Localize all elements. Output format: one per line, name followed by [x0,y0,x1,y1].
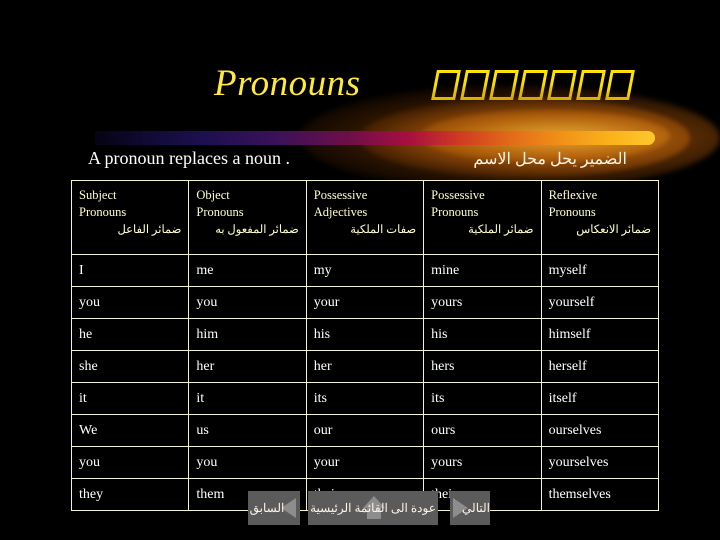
next-slide-label: التالي [462,500,490,515]
table-row: he him his his himself [70,318,660,351]
table-cell: your [305,286,425,319]
next-slide-button[interactable]: التالي [450,491,490,525]
header-line1: Possessive [313,188,368,202]
table-cell: ourselves [540,414,660,447]
table-body: I me my mine myself you you your yours y… [70,254,660,511]
missing-glyph-box [547,70,577,101]
header-line1: Reflexive [548,188,598,202]
table-cell: her [305,350,425,383]
previous-slide-label: السابق [249,500,285,515]
page-title-arabic [431,64,637,102]
page-title-english: Pronouns [214,63,361,104]
table-row: you you your yours yourself [70,286,660,319]
table-cell: his [305,318,425,351]
missing-glyph-box [431,70,461,101]
table-cell: it [188,382,307,415]
header-arabic: ضمائر الانعكاس [576,223,651,236]
column-header-possessive-adjectives: Possessive Adjectives صفات الملكية [305,180,425,255]
table-cell: her [188,350,307,383]
pronouns-table: Subject Pronouns ضمائر الفاعل Object Pro… [70,180,660,511]
column-header-reflexive-pronouns: Reflexive Pronouns ضمائر الانعكاس [540,180,660,255]
missing-glyph-box [460,70,490,101]
table-cell: yourselves [540,446,660,479]
table-header: Subject Pronouns ضمائر الفاعل Object Pro… [70,180,660,255]
missing-glyph-box [489,70,519,101]
table-row: you you your yours yourselves [70,446,660,479]
table-header-row: Subject Pronouns ضمائر الفاعل Object Pro… [70,180,660,255]
table-row: it it its its itself [70,382,660,415]
column-header-object-pronouns: Object Pronouns ضمائر المفعول به [188,180,307,255]
table-cell: you [70,286,190,319]
header-line2: Adjectives [313,205,368,220]
header-line1: Possessive [431,188,485,202]
table-cell: myself [540,254,660,287]
header-arabic: ضمائر المفعول به [215,223,299,236]
table-cell: my [305,254,425,287]
table-cell: our [305,414,425,447]
header-arabic: ضمائر الملكية [468,223,534,236]
table-cell: me [188,254,307,287]
column-header-subject-pronouns: Subject Pronouns ضمائر الفاعل [70,180,190,255]
table-cell: I [70,254,190,287]
table-cell: yours [423,446,542,479]
arabic-title-glyphs [431,64,637,102]
back-to-main-menu-label: عودة الى القائمة الرئيسية [310,500,436,515]
table-cell: yours [423,286,542,319]
table-cell: itself [540,382,660,415]
table-cell: hers [423,350,542,383]
table-cell: its [423,382,542,415]
gradient-accent-bar [95,131,655,145]
subtitle-arabic: الضمير يحل محل الاسم [473,151,627,168]
header-line2: Pronouns [79,205,127,220]
table-cell: you [188,286,307,319]
missing-glyph-box [605,70,635,101]
header-line2: Pronouns [431,205,479,220]
subtitle-english: A pronoun replaces a noun . [88,148,290,168]
slide-title-row: Pronouns [0,62,720,118]
table-cell: you [188,446,307,479]
table-cell: himself [540,318,660,351]
slide-navigation-bar: السابق عودة الى القائمة الرئيسية التالي [0,491,720,527]
table-cell: mine [423,254,542,287]
table-cell: us [188,414,307,447]
table-cell: he [70,318,190,351]
header-line2: Pronouns [548,205,596,220]
missing-glyph-box [518,70,548,101]
header-line1: Object [196,188,230,202]
header-arabic: ضمائر الفاعل [117,223,182,236]
table-cell: it [70,382,190,415]
table-cell: his [423,318,542,351]
table-cell: We [70,414,190,447]
header-line2: Pronouns [196,205,244,220]
table-cell: you [70,446,190,479]
column-header-possessive-pronouns: Possessive Pronouns ضمائر الملكية [423,180,542,255]
missing-glyph-box [576,70,606,101]
table-cell: your [305,446,425,479]
header-arabic: صفات الملكية [350,223,417,236]
table-row: I me my mine myself [70,254,660,287]
subtitle-row: A pronoun replaces a noun . الضمير يحل م… [0,148,720,174]
back-to-main-menu-button[interactable]: عودة الى القائمة الرئيسية [308,491,438,525]
table-cell: yourself [540,286,660,319]
table-cell: its [305,382,425,415]
table-row: she her her hers herself [70,350,660,383]
table-cell: ours [423,414,542,447]
table-cell: him [188,318,307,351]
table-cell: herself [540,350,660,383]
table-cell: she [70,350,190,383]
previous-slide-button[interactable]: السابق [248,491,300,525]
header-line1: Subject [79,188,117,202]
table-row: We us our ours ourselves [70,414,660,447]
